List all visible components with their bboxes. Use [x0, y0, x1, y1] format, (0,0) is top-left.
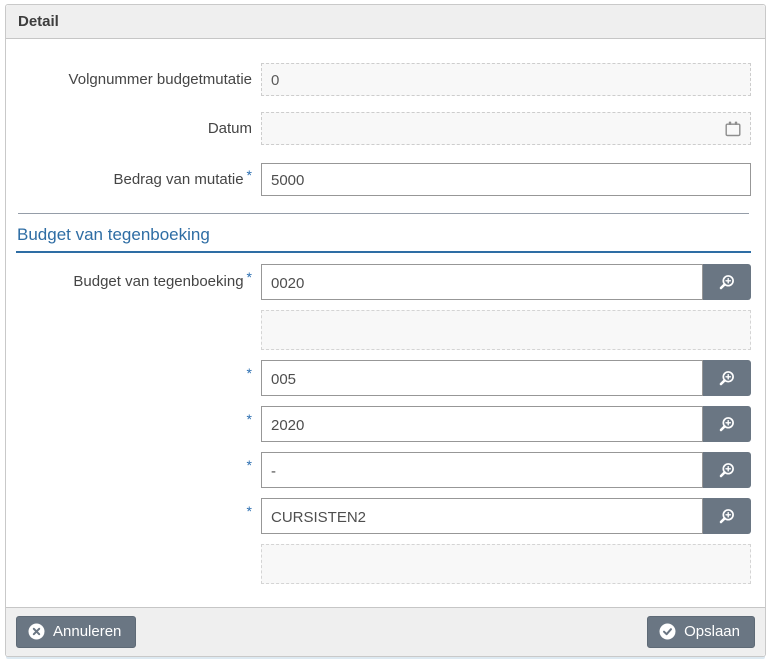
- volgnummer-input: [261, 63, 751, 96]
- budget-lookup-button[interactable]: [703, 264, 751, 300]
- form-row-dimension-1: *: [16, 360, 751, 396]
- zoom-in-icon: [718, 274, 735, 291]
- form-row-dimension-4: *: [16, 498, 751, 534]
- save-button[interactable]: Opslaan: [647, 616, 755, 648]
- datum-label: Datum: [16, 120, 261, 137]
- detail-panel: Detail Volgnummer budgetmutatie Datum: [5, 4, 766, 657]
- dimension-description-box: [261, 544, 751, 584]
- dimension-3-input[interactable]: [261, 452, 703, 488]
- required-asterisk: *: [247, 503, 252, 519]
- form-row-empty-1: [16, 310, 751, 350]
- bedrag-field: [261, 163, 751, 196]
- check-circle-icon: [659, 623, 676, 640]
- dimension-2-input[interactable]: [261, 406, 703, 442]
- zoom-in-icon: [718, 370, 735, 387]
- dimension-4-input[interactable]: [261, 498, 703, 534]
- bedrag-label: Bedrag van mutatie*: [16, 171, 261, 188]
- required-asterisk: *: [247, 457, 252, 473]
- cancel-button-label: Annuleren: [53, 623, 121, 640]
- form-row-budget: Budget van tegenboeking*: [16, 264, 751, 300]
- bedrag-input[interactable]: [261, 163, 751, 196]
- zoom-in-icon: [718, 416, 735, 433]
- times-circle-icon: [28, 623, 45, 640]
- budget-description-box: [261, 310, 751, 350]
- form-row-datum: Datum: [16, 112, 751, 145]
- budget-field: [261, 264, 751, 300]
- save-button-label: Opslaan: [684, 623, 740, 640]
- required-asterisk: *: [247, 365, 252, 381]
- panel-body: Volgnummer budgetmutatie Datum Bedrag va…: [6, 39, 765, 607]
- budget-input[interactable]: [261, 264, 703, 300]
- panel-title: Detail: [6, 5, 765, 39]
- dimension-2-lookup-button[interactable]: [703, 406, 751, 442]
- budget-label: Budget van tegenboeking*: [16, 273, 261, 290]
- panel-footer: Annuleren Opslaan: [6, 607, 765, 656]
- section-title: Budget van tegenboeking: [16, 214, 751, 253]
- form-row-dimension-3: *: [16, 452, 751, 488]
- zoom-in-icon: [718, 462, 735, 479]
- form-row-volgnummer: Volgnummer budgetmutatie: [16, 63, 751, 96]
- form-row-empty-2: [16, 544, 751, 584]
- volgnummer-field: [261, 63, 751, 96]
- datum-field: [261, 112, 751, 145]
- cancel-button[interactable]: Annuleren: [16, 616, 136, 648]
- required-asterisk: *: [247, 411, 252, 427]
- required-asterisk: *: [247, 269, 252, 285]
- volgnummer-label: Volgnummer budgetmutatie: [16, 71, 261, 88]
- dimension-1-lookup-button[interactable]: [703, 360, 751, 396]
- required-asterisk: *: [247, 167, 252, 183]
- form-row-bedrag: Bedrag van mutatie*: [16, 163, 751, 196]
- zoom-in-icon: [718, 508, 735, 525]
- dimension-3-lookup-button[interactable]: [703, 452, 751, 488]
- dimension-4-lookup-button[interactable]: [703, 498, 751, 534]
- form-row-dimension-2: *: [16, 406, 751, 442]
- datum-input: [261, 112, 751, 145]
- dimension-1-input[interactable]: [261, 360, 703, 396]
